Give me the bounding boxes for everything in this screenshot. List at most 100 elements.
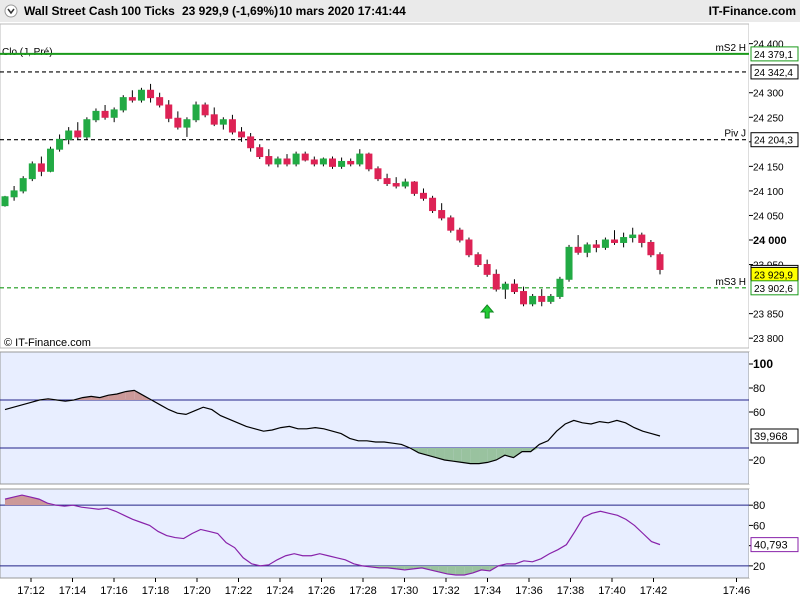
candle-body[interactable] (137, 89, 145, 101)
time-tick-label: 17:28 (349, 585, 377, 597)
candle-body[interactable] (210, 114, 218, 125)
candle-body[interactable] (128, 97, 136, 101)
candle-body[interactable] (65, 130, 73, 140)
candle-body[interactable] (601, 239, 609, 248)
candle-body[interactable] (538, 295, 546, 302)
indicator-1-plot-area (0, 352, 749, 484)
candle-body[interactable] (356, 153, 364, 165)
oversold-fill (470, 448, 480, 464)
price-tick-label: 24 100 (753, 187, 784, 198)
candle-body[interactable] (483, 264, 491, 275)
candle-body[interactable] (574, 246, 582, 253)
candle-body[interactable] (10, 190, 18, 198)
candle-body[interactable] (238, 131, 246, 138)
candle-body[interactable] (520, 291, 528, 305)
indicator-1-panel: 100 80 60 20 39,968 (0, 351, 800, 485)
candle-body[interactable] (310, 159, 318, 165)
candle-body[interactable] (28, 163, 36, 180)
candle-body[interactable] (429, 197, 437, 212)
price-tag-label: 23 929,9 (754, 270, 793, 281)
candle-body[interactable] (219, 119, 227, 125)
price-tick-label: 24 000 (753, 235, 787, 247)
candle-body[interactable] (565, 246, 573, 280)
candle-body[interactable] (265, 156, 273, 165)
candle-body[interactable] (283, 158, 291, 165)
candle-body[interactable] (319, 158, 327, 165)
site-name[interactable]: IT-Finance.com (709, 4, 796, 18)
candle-body[interactable] (547, 295, 555, 302)
candle-body[interactable] (656, 254, 664, 270)
candle-body[interactable] (256, 147, 264, 158)
time-tick-label: 17:12 (17, 585, 45, 597)
candle-body[interactable] (274, 158, 282, 165)
candle-body[interactable] (56, 138, 64, 150)
candle-body[interactable] (374, 168, 382, 180)
settings-icon[interactable] (4, 4, 18, 18)
candle-body[interactable] (438, 210, 446, 219)
price-tag-label: 24 204,3 (754, 136, 793, 147)
candle-body[interactable] (301, 153, 309, 161)
candle-body[interactable] (165, 104, 173, 119)
candle-body[interactable] (583, 244, 591, 253)
candle-body[interactable] (492, 273, 500, 290)
candle-body[interactable] (383, 178, 391, 185)
candle-body[interactable] (638, 234, 646, 243)
candle-body[interactable] (529, 295, 537, 305)
candle-body[interactable] (556, 278, 564, 297)
candle-body[interactable] (119, 97, 127, 111)
candle-body[interactable] (329, 158, 336, 167)
candle-body[interactable] (347, 160, 355, 165)
candle-body[interactable] (647, 241, 655, 256)
time-axis: 17:12 17:14 17:16 17:18 17:20 17:22 17:24 17:26… (0, 577, 750, 597)
tick-interval[interactable]: 100 Ticks (121, 4, 175, 18)
candle-body[interactable] (474, 254, 482, 266)
candle-body[interactable] (447, 217, 455, 231)
candle-body[interactable] (147, 89, 155, 99)
candle-body[interactable] (465, 239, 473, 256)
candle-body[interactable] (1, 196, 9, 207)
candle-body[interactable] (592, 244, 600, 248)
price-change: 23 929,9 (-1,69%) (182, 4, 278, 18)
candle-body[interactable] (92, 110, 100, 121)
oversold-fill (453, 448, 462, 463)
candle-body[interactable] (156, 97, 164, 106)
candle-body[interactable] (46, 148, 54, 172)
candle-body[interactable] (501, 283, 509, 290)
candle-body[interactable] (247, 136, 255, 149)
indicator-2-tag: 40,793 (750, 537, 799, 553)
indicator-2-panel: 80604020 40,793 (0, 488, 800, 579)
indicator-current-value: 40,793 (754, 540, 788, 552)
candle-body[interactable] (629, 234, 637, 239)
candle-body[interactable] (620, 237, 628, 243)
candle-body[interactable] (365, 153, 373, 170)
candle-body[interactable] (410, 181, 418, 194)
candle-body[interactable] (110, 109, 118, 118)
candle-body[interactable] (419, 192, 427, 199)
candle-body[interactable] (201, 104, 209, 116)
candle-body[interactable] (192, 104, 200, 121)
chart-container: Wall Street Cash 100 Ticks 23 929,9 (-1,… (0, 0, 800, 600)
candle-body[interactable] (401, 181, 409, 187)
candle-body[interactable] (183, 119, 191, 128)
time-tick-label: 17:16 (100, 585, 128, 597)
candle-body[interactable] (510, 283, 518, 293)
candle-body[interactable] (228, 119, 236, 133)
candle-body[interactable] (19, 178, 27, 192)
candle-body[interactable] (74, 130, 82, 138)
candle-body[interactable] (37, 163, 45, 172)
candle-body[interactable] (292, 153, 300, 165)
time-tick-label: 17:34 (474, 585, 502, 597)
indicator-tick-label: 20 (753, 561, 765, 573)
time-tick-label: 17:38 (557, 585, 585, 597)
series-label: Clo (J, Pré) (2, 47, 53, 58)
candle-body[interactable] (611, 239, 619, 243)
header-bar: Wall Street Cash 100 Ticks 23 929,9 (-1,… (0, 0, 800, 22)
candle-body[interactable] (338, 160, 346, 167)
candle-body[interactable] (83, 119, 91, 138)
price-tick-label: 24 250 (753, 113, 784, 124)
oversold-fill (461, 448, 471, 464)
candle-body[interactable] (174, 117, 182, 128)
candle-body[interactable] (101, 110, 109, 118)
candle-body[interactable] (456, 229, 464, 241)
candle-body[interactable] (392, 183, 400, 187)
